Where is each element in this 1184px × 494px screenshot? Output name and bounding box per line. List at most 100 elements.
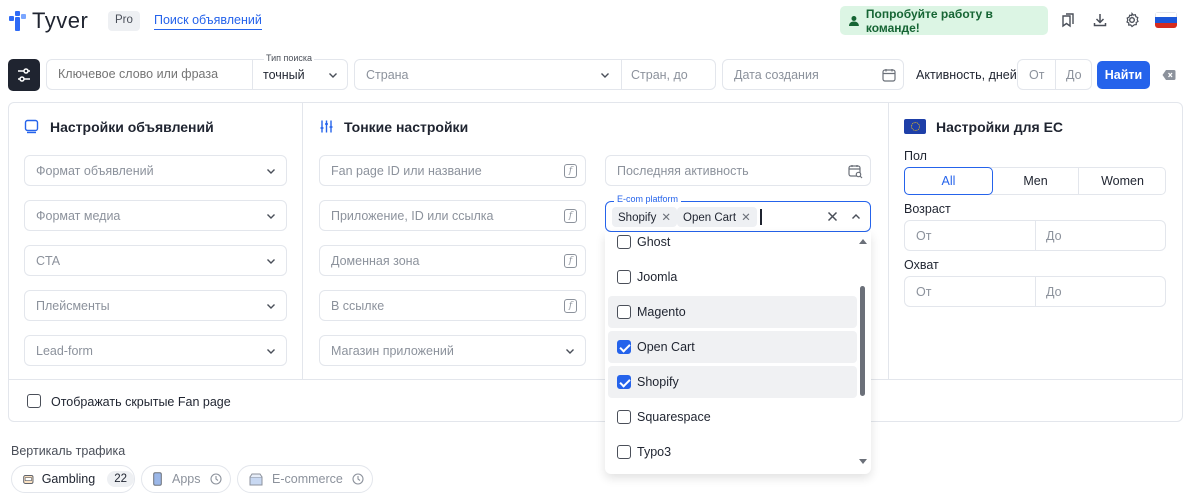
creation-date-field[interactable]: Дата создания — [722, 59, 904, 90]
facebook-f-icon: f — [564, 209, 577, 223]
chevron-up-icon[interactable] — [850, 211, 862, 223]
reach-to-input[interactable]: До — [1046, 285, 1062, 299]
lead-form-select[interactable]: Lead-form — [24, 335, 287, 366]
media-format-select[interactable]: Формат медиа — [24, 200, 287, 231]
dropdown-option[interactable]: Shopify — [608, 366, 857, 398]
traffic-apps[interactable]: Apps — [141, 465, 231, 493]
traffic-ecommerce[interactable]: E-commerce — [237, 465, 373, 493]
traffic-gambling[interactable]: Gambling 22 — [11, 465, 135, 493]
placements-select[interactable]: Плейсменты — [24, 290, 287, 321]
select-placeholder: CTA — [36, 254, 61, 268]
chevron-down-icon[interactable] — [265, 255, 277, 267]
country-select[interactable]: Страна — [366, 68, 409, 82]
traffic-vertical-label: Вертикаль трафика — [11, 444, 126, 458]
search-type-value[interactable]: точный — [263, 68, 305, 82]
slot-machine-icon — [23, 474, 34, 484]
clock-icon — [209, 473, 222, 485]
team-trial-button[interactable]: Попробуйте работу в команде! — [840, 6, 1048, 35]
shop-icon — [249, 473, 263, 486]
gender-segmented: All Men Women — [904, 167, 1166, 195]
hidden-fanpage-checkbox[interactable] — [27, 394, 41, 408]
bookmarks-icon[interactable] — [1060, 12, 1076, 28]
dropdown-option[interactable]: Squarespace — [608, 401, 857, 433]
activity-range: От До — [1017, 59, 1092, 90]
dropdown-option[interactable]: Open Cart — [608, 331, 857, 363]
chevron-down-icon[interactable] — [265, 300, 277, 312]
traffic-ecommerce-label: E-commerce — [272, 472, 343, 486]
option-checkbox[interactable] — [617, 340, 631, 354]
age-label: Возраст — [904, 202, 951, 216]
logo[interactable]: Tyver — [9, 8, 88, 33]
in-link-input[interactable]: В ссылке f — [319, 290, 586, 321]
app-id-input[interactable]: Приложение, ID или ссылка f — [319, 200, 586, 231]
chip-open-cart: Open Cart ✕ — [677, 207, 757, 227]
keyword-search-group: Тип поиска точный — [46, 53, 348, 90]
clear-selection-icon[interactable] — [827, 211, 838, 222]
select-placeholder: Плейсменты — [36, 299, 110, 313]
dropdown-option[interactable]: Joomla — [608, 261, 857, 293]
remove-chip-icon[interactable]: ✕ — [661, 212, 671, 224]
plan-badge: Pro — [108, 11, 140, 31]
ad-settings-title: Настройки объявлений — [50, 119, 214, 135]
scroll-down-icon[interactable] — [859, 459, 867, 465]
dropdown-option[interactable]: Ghost — [608, 232, 857, 258]
select-placeholder: Lead-form — [36, 344, 93, 358]
option-checkbox[interactable] — [617, 445, 631, 459]
russia-flag-icon[interactable] — [1155, 12, 1177, 28]
scrollbar-thumb[interactable] — [860, 286, 865, 396]
chevron-down-icon[interactable] — [564, 345, 576, 357]
chevron-down-icon[interactable] — [265, 165, 277, 177]
chevron-down-icon[interactable] — [265, 210, 277, 222]
domain-zone-input[interactable]: Доменная зона f — [319, 245, 586, 276]
eu-flag-icon — [904, 119, 926, 134]
gender-men[interactable]: Men — [993, 168, 1079, 194]
age-to-input[interactable]: До — [1046, 229, 1062, 243]
chevron-down-icon[interactable] — [327, 69, 339, 81]
traffic-apps-label: Apps — [172, 472, 201, 486]
option-checkbox[interactable] — [617, 305, 631, 319]
app-store-select[interactable]: Магазин приложений — [319, 335, 586, 366]
search-type-label: Тип поиска — [264, 53, 315, 63]
cta-select[interactable]: CTA — [24, 245, 287, 276]
ecom-platform-label: E-com platform — [614, 194, 682, 204]
activity-from-input[interactable]: От — [1029, 68, 1044, 82]
calendar-icon — [882, 69, 896, 82]
reach-from-input[interactable]: От — [916, 285, 931, 299]
dropdown-option[interactable]: Magento — [608, 296, 857, 328]
option-checkbox[interactable] — [617, 375, 631, 389]
reach-label: Охват — [904, 258, 939, 272]
chevron-down-icon[interactable] — [599, 69, 611, 81]
ad-format-select[interactable]: Формат объявлений — [24, 155, 287, 186]
settings-gear-icon[interactable] — [1124, 12, 1140, 28]
option-label: Magento — [637, 305, 686, 319]
find-button[interactable]: Найти — [1097, 61, 1150, 89]
age-from-input[interactable]: От — [916, 229, 931, 243]
age-range: От До — [904, 220, 1166, 251]
hidden-fanpage-label: Отображать скрытые Fan page — [51, 395, 231, 409]
countries-to-input[interactable]: Стран, до — [631, 68, 688, 82]
fanpage-id-input[interactable]: Fan page ID или название f — [319, 155, 586, 186]
chevron-down-icon[interactable] — [265, 345, 277, 357]
option-label: Squarespace — [637, 410, 711, 424]
input-placeholder: Приложение, ID или ссылка — [331, 209, 494, 223]
keyword-input[interactable] — [58, 67, 248, 81]
option-label: Typo3 — [637, 445, 672, 459]
facebook-f-icon: f — [564, 299, 577, 313]
ecom-platform-select[interactable]: E-com platform Shopify ✕ Open Cart ✕ — [605, 194, 871, 232]
last-activity-field[interactable]: Последняя активность — [605, 155, 871, 186]
activity-to-input[interactable]: До — [1066, 68, 1082, 82]
nav-link-ad-search[interactable]: Поиск объявлений — [154, 13, 262, 30]
option-checkbox[interactable] — [617, 270, 631, 284]
filters-toggle-button[interactable] — [8, 59, 40, 91]
remove-chip-icon[interactable]: ✕ — [741, 212, 751, 224]
input-placeholder: В ссылке — [331, 299, 385, 313]
sliders-vertical-icon — [320, 120, 333, 133]
clear-search-icon[interactable] — [1162, 68, 1176, 82]
dropdown-option[interactable]: Typo3 — [608, 436, 857, 468]
gender-women[interactable]: Women — [1079, 168, 1166, 194]
gender-all[interactable]: All — [904, 167, 993, 195]
download-icon[interactable] — [1092, 12, 1108, 28]
scroll-up-icon[interactable] — [859, 238, 867, 244]
option-checkbox[interactable] — [617, 410, 631, 424]
option-checkbox[interactable] — [617, 235, 631, 249]
